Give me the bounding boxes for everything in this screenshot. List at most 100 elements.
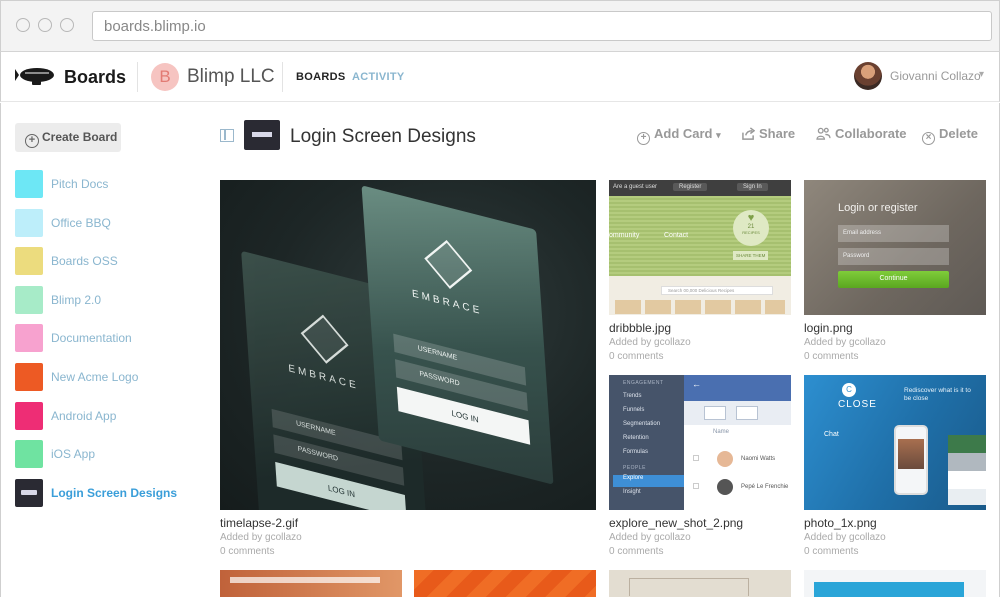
recipes-label: RECIPES	[742, 230, 760, 235]
phone-mockup-front: EMBRACE USERNAME PASSWORD LOG IN	[361, 185, 554, 485]
close-tagline: Rediscover what is it to be close	[904, 387, 971, 402]
explore-menu-item: Trends	[623, 393, 642, 399]
board-color-swatch	[15, 285, 43, 314]
sidebar-board-item[interactable]: Blimp 2.0	[15, 285, 195, 314]
card-filename[interactable]: explore_new_shot_2.png	[609, 516, 743, 530]
card-image[interactable]: Login or register Email address Password…	[804, 180, 986, 315]
continue-button: Continue	[838, 271, 949, 288]
close-logo-icon: C	[842, 383, 856, 397]
card-image[interactable]: C CLOSE Rediscover what is it to be clos…	[804, 375, 986, 510]
sidebar-board-item[interactable]: Boards OSS	[15, 247, 195, 276]
user-menu-caret-icon[interactable]: ▾	[979, 69, 984, 80]
nav-contact: Contact	[664, 232, 689, 239]
collaborate-button[interactable]: Collaborate	[816, 126, 907, 141]
card-partial[interactable]	[220, 570, 402, 597]
explore-menu-item: Explore	[613, 475, 684, 487]
email-field: Email address	[838, 225, 949, 242]
explore-menu-item: Insight	[623, 489, 641, 495]
avatar	[717, 451, 733, 467]
card-filename[interactable]: dribbble.jpg	[609, 321, 671, 335]
card-comments[interactable]: 0 comments	[609, 351, 663, 362]
card-partial[interactable]	[414, 570, 596, 597]
plus-circle-icon: +	[637, 132, 650, 145]
embrace-logo-icon	[424, 239, 473, 290]
org-name[interactable]: Blimp LLC	[187, 66, 275, 88]
create-board-label: Create Board	[42, 130, 118, 144]
sidebar-board-item[interactable]: Documentation	[15, 324, 195, 353]
explore-menu-item: Segmentation	[623, 421, 661, 427]
add-card-button[interactable]: + Add Card ▾	[637, 126, 721, 145]
phone-screen-photo	[898, 439, 924, 469]
card-dribbble[interactable]: Are a guest user Register Sign In ommuni…	[609, 180, 791, 365]
name-column-header: Name	[713, 429, 730, 435]
card-added-by: Added by gcollazo	[804, 532, 886, 543]
explore-menu-item: Funnels	[623, 407, 645, 413]
card-image	[814, 582, 964, 597]
nav-boards-link[interactable]: BOARDS	[296, 71, 345, 83]
cards-grid: EMBRACE USERNAME PASSWORD LOG IN EMBRACE…	[200, 165, 1000, 597]
dribbble-topbar: Are a guest user Register Sign In	[609, 180, 791, 196]
board-color-swatch	[15, 401, 43, 430]
brand-name[interactable]: Boards	[64, 67, 126, 88]
plus-circle-icon: +	[25, 134, 39, 148]
card-partial[interactable]	[804, 570, 986, 597]
address-bar[interactable]: boards.blimp.io	[92, 11, 992, 41]
user-name[interactable]: Giovanni Collazo	[890, 69, 981, 83]
embrace-title: EMBRACE	[288, 362, 360, 393]
card-comments[interactable]: 0 comments	[609, 546, 663, 557]
card-image[interactable]: Are a guest user Register Sign In ommuni…	[609, 180, 791, 315]
toggle-sidebar-icon[interactable]	[220, 129, 234, 142]
card-image[interactable]: ENGAGEMENT Trends Funnels Segmentation Rete…	[609, 375, 791, 510]
user-avatar[interactable]	[854, 62, 882, 90]
sidebar-board-item[interactable]: Android App	[15, 401, 195, 430]
board-label: Android App	[51, 408, 117, 423]
card-image[interactable]: EMBRACE USERNAME PASSWORD LOG IN EMBRACE…	[220, 180, 596, 510]
close-circle-icon: ×	[922, 132, 935, 145]
share-button[interactable]: Share	[742, 126, 795, 141]
recipes-search-input: Search 00,000 Delicious Recipes	[661, 286, 773, 295]
heart-icon: ♥	[747, 212, 755, 224]
person-name: Naomi Watts	[741, 456, 776, 462]
board-label: Login Screen Designs	[51, 485, 178, 500]
send-icon	[704, 406, 726, 420]
card-comments[interactable]: 0 comments	[804, 351, 858, 362]
card-comments[interactable]: 0 comments	[220, 546, 274, 557]
card-comments[interactable]: 0 comments	[804, 546, 858, 557]
window-minimize-button[interactable]	[38, 18, 52, 32]
board-color-swatch	[15, 363, 43, 391]
phone-mockup	[894, 425, 928, 495]
people-label: PEOPLE	[623, 465, 647, 471]
board-label: Pitch Docs	[51, 177, 109, 191]
login-heading: Login or register	[838, 202, 918, 214]
org-avatar[interactable]: B	[151, 63, 179, 91]
card-image	[230, 577, 380, 583]
explore-menu-item: Formulas	[623, 449, 649, 455]
chat-label: Chat	[824, 431, 839, 438]
card-filename[interactable]: timelapse-2.gif	[220, 516, 298, 530]
nav-community: ommunity	[609, 232, 640, 239]
explore-sidebar: ENGAGEMENT Trends Funnels Segmentation Rete…	[609, 375, 684, 510]
card-timelapse[interactable]: EMBRACE USERNAME PASSWORD LOG IN EMBRACE…	[220, 180, 596, 560]
sidebar-board-item[interactable]: New Acme Logo	[15, 363, 195, 391]
sidebar-board-item[interactable]: Login Screen Designs	[15, 478, 195, 507]
card-photo[interactable]: C CLOSE Rediscover what is it to be clos…	[804, 375, 986, 560]
color-swatches	[948, 435, 986, 505]
window-close-button[interactable]	[16, 18, 30, 32]
blimp-logo-icon[interactable]	[15, 65, 59, 89]
card-filename[interactable]: photo_1x.png	[804, 516, 877, 530]
sidebar-board-item[interactable]: Office BBQ	[15, 208, 195, 237]
nav-activity-link[interactable]: ACTIVITY	[352, 71, 405, 83]
dribbble-search-area: Search 00,000 Delicious Recipes	[609, 276, 791, 315]
card-filename[interactable]: login.png	[804, 321, 853, 335]
window-zoom-button[interactable]	[60, 18, 74, 32]
delete-button[interactable]: × Delete	[922, 126, 978, 145]
sidebar-board-item[interactable]: iOS App	[15, 440, 195, 469]
board-thumbnail	[244, 120, 280, 150]
dribbble-hero: ommunity Contact ♥ 21 RECIPES SHARE THEM	[609, 196, 791, 276]
board-label: Documentation	[51, 331, 132, 346]
card-explore[interactable]: ENGAGEMENT Trends Funnels Segmentation Rete…	[609, 375, 791, 560]
create-board-button[interactable]: + Create Board	[15, 123, 121, 152]
card-login[interactable]: Login or register Email address Password…	[804, 180, 986, 365]
sidebar-board-item[interactable]: Pitch Docs	[15, 170, 195, 198]
card-partial[interactable]	[609, 570, 791, 597]
